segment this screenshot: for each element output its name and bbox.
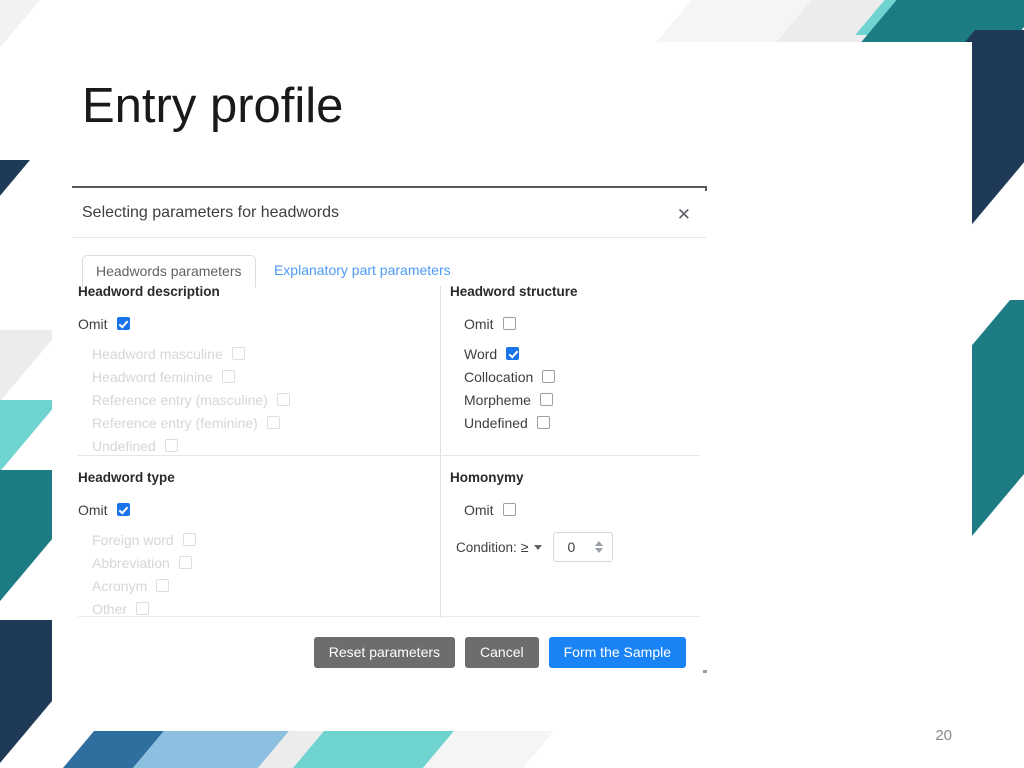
checkbox-icon[interactable] [136, 602, 150, 615]
checkbox-row[interactable]: Undefined [450, 412, 700, 433]
checkbox-icon[interactable] [266, 416, 280, 429]
close-icon[interactable]: ✕ [673, 204, 695, 225]
checkbox-label: Other [92, 600, 128, 617]
checkbox-row[interactable]: Omit [450, 499, 700, 520]
dialog-button-row: Reset parameters Cancel Form the Sample [313, 637, 686, 669]
checkbox-row[interactable]: Other [78, 598, 434, 619]
condition-label: Condition: [456, 539, 517, 555]
checkbox-row[interactable]: Omit [78, 313, 434, 334]
dialog-body: Headword description Omit Headword mascul… [72, 284, 706, 624]
checkbox-label: Reference entry (feminine) [92, 414, 258, 431]
checkbox-row[interactable]: Abbreviation [78, 552, 434, 573]
option-list: Omit Word Collocation Morpheme Undefined [450, 313, 700, 433]
checkbox-row[interactable]: Acronym [78, 575, 434, 596]
checkbox-label: Reference entry (masculine) [92, 391, 268, 408]
checkbox-label: Collocation [464, 368, 534, 385]
dialog-header-divider [72, 237, 706, 238]
option-list: Omit [450, 499, 700, 520]
checkbox-row[interactable]: Omit [78, 499, 434, 520]
checkbox-label: Abbreviation [92, 554, 170, 571]
chevron-down-icon[interactable] [534, 544, 543, 550]
dialog-title: Selecting parameters for headwords [82, 204, 340, 221]
column-divider [440, 286, 441, 618]
checkbox-label: Omit [78, 315, 108, 332]
checkbox-row[interactable]: Morpheme [450, 389, 700, 410]
condition-value-input[interactable]: 0 [553, 532, 614, 562]
checkbox-icon[interactable] [542, 370, 556, 383]
panel-headword-type: Headword type Omit Foreign word Abbreviati… [78, 470, 434, 621]
parameters-dialog: Selecting parameters for headwords ✕ Hea… [72, 186, 707, 678]
checkbox-row[interactable]: Word [450, 343, 700, 364]
checkbox-icon[interactable] [156, 579, 170, 592]
checkbox-label: Headword feminine [92, 368, 213, 385]
checkbox-checked-icon[interactable] [116, 503, 130, 516]
checkbox-row[interactable]: Undefined [78, 435, 434, 456]
checkbox-row[interactable]: Collocation [450, 366, 700, 387]
checkbox-row[interactable]: Foreign word [78, 529, 434, 550]
page-title: Entry profile [82, 79, 344, 133]
dialog-tabs: Headwords parameters Explanatory part pa… [82, 254, 465, 288]
checkbox-label: Omit [78, 501, 108, 518]
homonymy-condition-row: Condition: ≥ 0 [450, 532, 700, 562]
checkbox-icon[interactable] [539, 393, 553, 406]
checkbox-icon[interactable] [178, 556, 192, 569]
dialog-header: Selecting parameters for headwords ✕ [72, 188, 706, 236]
checkbox-label: Omit [464, 315, 494, 332]
tab-explanatory-part-parameters[interactable]: Explanatory part parameters [260, 254, 465, 287]
checkbox-label: Morpheme [464, 391, 531, 408]
checkbox-label: Foreign word [92, 531, 174, 548]
checkbox-row[interactable]: Headword masculine [78, 343, 434, 364]
form-the-sample-button[interactable]: Form the Sample [548, 637, 686, 669]
checkbox-icon[interactable] [276, 393, 290, 406]
checkbox-label: Headword masculine [92, 345, 223, 362]
panel-homonymy: Homonymy Omit Condition: ≥ 0 [450, 470, 700, 562]
checkbox-icon[interactable] [502, 317, 516, 330]
checkbox-icon[interactable] [502, 503, 516, 516]
checkbox-label: Undefined [92, 437, 156, 454]
panel-title: Homonymy [450, 470, 524, 485]
dialog-footer: Reset parameters Cancel Form the Sample [72, 624, 707, 678]
panel-headword-description: Headword description Omit Headword mascul… [78, 284, 434, 458]
checkbox-checked-icon[interactable] [506, 347, 520, 360]
condition-operator[interactable]: ≥ [521, 539, 529, 555]
option-list: Omit Foreign word Abbreviation Acronym Other [78, 499, 434, 619]
dialog-corner-mark [703, 670, 707, 673]
option-list: Omit Headword masculine Headword feminine R… [78, 313, 434, 456]
checkbox-checked-icon[interactable] [116, 317, 130, 330]
checkbox-icon[interactable] [536, 416, 550, 429]
panel-title: Headword type [78, 470, 175, 485]
checkbox-label: Undefined [464, 414, 528, 431]
panel-title: Headword structure [450, 284, 578, 299]
checkbox-row[interactable]: Headword feminine [78, 366, 434, 387]
number-stepper-icon[interactable] [595, 541, 604, 553]
checkbox-icon[interactable] [231, 347, 245, 360]
checkbox-icon[interactable] [182, 533, 196, 546]
checkbox-icon[interactable] [164, 439, 178, 452]
slide-number: 20 [935, 727, 952, 744]
cancel-button[interactable]: Cancel [465, 637, 539, 669]
panel-title: Headword description [78, 284, 220, 299]
panel-headword-structure: Headword structure Omit Word Collocation Mo… [450, 284, 700, 435]
checkbox-row[interactable]: Reference entry (feminine) [78, 412, 434, 433]
checkbox-icon[interactable] [221, 370, 235, 383]
checkbox-label: Acronym [92, 577, 148, 594]
checkbox-row[interactable]: Omit [450, 313, 700, 334]
condition-value: 0 [567, 539, 576, 555]
reset-parameters-button[interactable]: Reset parameters [313, 637, 456, 669]
checkbox-label: Word [464, 345, 498, 362]
checkbox-row[interactable]: Reference entry (masculine) [78, 389, 434, 410]
checkbox-label: Omit [464, 501, 494, 518]
